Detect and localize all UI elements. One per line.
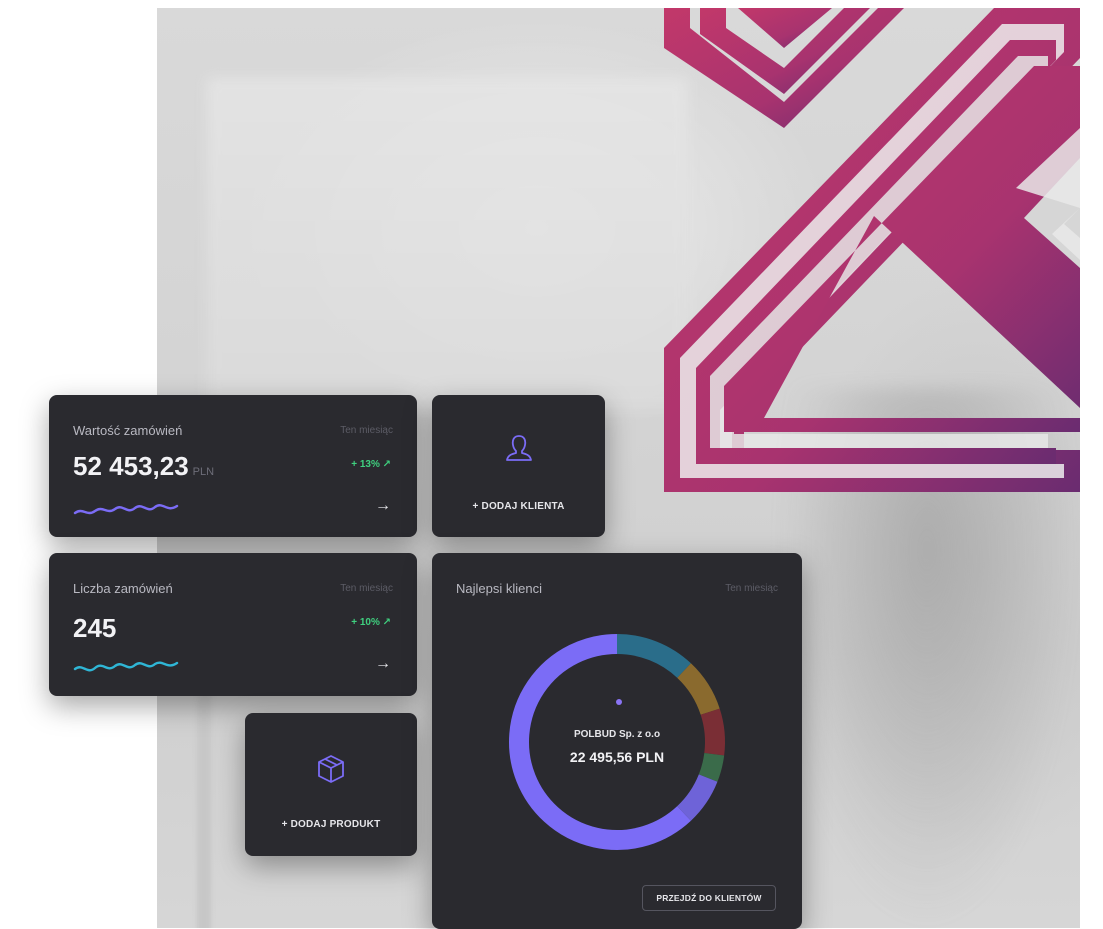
donut-chart (509, 634, 725, 850)
card-title: Wartość zamówień (73, 423, 183, 438)
order-count-card[interactable]: Liczba zamówień Ten miesiąc 245 + 10% ↗ … (49, 553, 417, 696)
period-label: Ten miesiąc (340, 425, 393, 436)
add-client-card[interactable]: + DODAJ KLIENTA (432, 395, 605, 537)
period-label: Ten miesiąc (725, 583, 778, 594)
sparkline-teal (73, 661, 179, 672)
brand-x-logo (664, 8, 1080, 492)
donut-segment-2 (676, 663, 720, 716)
user-icon (505, 435, 532, 461)
add-product-card[interactable]: + DODAJ PRODUKT (245, 713, 417, 856)
box-icon (318, 755, 344, 783)
donut-segment-0 (509, 634, 691, 850)
card-title: Najlepsi klienci (456, 581, 542, 596)
trend-badge: + 10% ↗ (351, 617, 391, 628)
order-count-value: 245 (73, 613, 117, 643)
selected-segment-dot (616, 699, 622, 705)
background-wall (207, 78, 687, 408)
order-value-card[interactable]: Wartość zamówień Ten miesiąc 52 453,23 PL… (49, 395, 417, 537)
period-label: Ten miesiąc (340, 583, 393, 594)
order-value-amount: 52 453,23 PLN (73, 451, 214, 482)
donut-segment-5 (677, 774, 718, 821)
top-client-amount: 22 495,56 PLN (569, 749, 665, 765)
top-client-name: POLBUD Sp. z o.o (573, 729, 661, 740)
donut-segment-1 (616, 634, 691, 679)
open-arrow-icon[interactable]: → (375, 655, 391, 673)
go-to-clients-button[interactable]: PRZEJDŹ DO KLIENTÓW (642, 885, 776, 911)
trend-badge: + 13% ↗ (351, 459, 391, 470)
add-product-label: + DODAJ PRODUKT (281, 819, 381, 830)
card-title: Liczba zamówień (73, 581, 173, 596)
top-clients-card: Najlepsi klienci Ten miesiąc POLBUD Sp. … (432, 553, 802, 929)
sparkline-purple (73, 504, 179, 515)
add-client-label: + DODAJ KLIENTA (472, 501, 565, 512)
amount-value: 52 453,23 (73, 451, 189, 481)
open-arrow-icon[interactable]: → (375, 497, 391, 515)
currency-unit: PLN (192, 466, 215, 478)
